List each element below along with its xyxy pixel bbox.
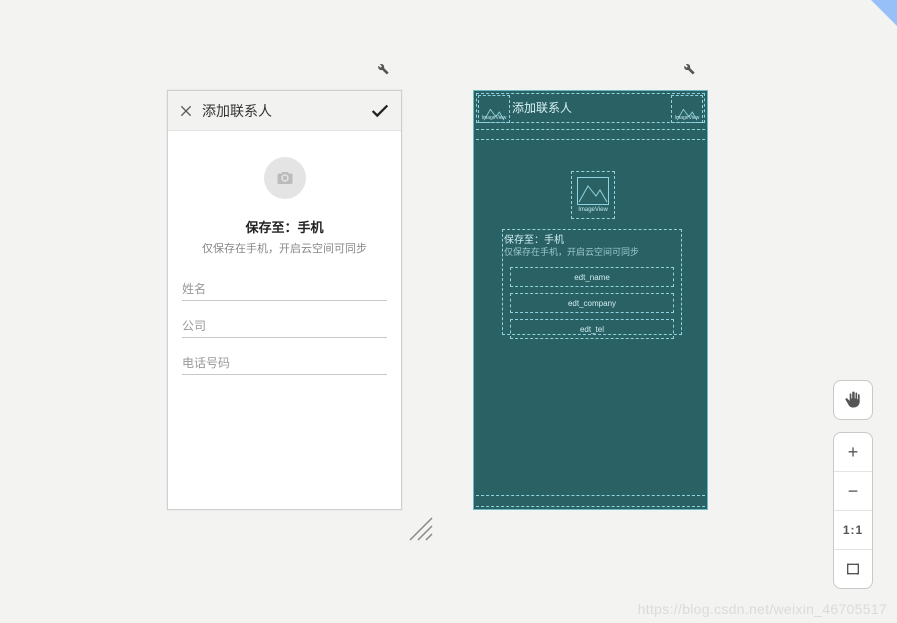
preview-header: 添加联系人 xyxy=(168,91,401,131)
avatar-placeholder[interactable] xyxy=(264,157,306,199)
bp-field-tel: edt_tel xyxy=(510,319,674,339)
bp-field-name: edt_name xyxy=(510,267,674,287)
close-icon[interactable] xyxy=(178,103,194,119)
imageview-label: ImageView xyxy=(675,116,700,121)
imageview-label: ImageView xyxy=(578,207,608,213)
bp-title: 添加联系人 xyxy=(512,99,572,116)
blueprint-preview: ImageView ImageView 添加联系人 ImageView 保存至：… xyxy=(473,90,708,510)
preview-body: 保存至：手机 仅保存在手机，开启云空间可同步 xyxy=(168,131,401,509)
bp-field-company: edt_company xyxy=(510,293,674,313)
watermark-text: https://blog.csdn.net/weixin_46705517 xyxy=(638,601,887,617)
company-field[interactable] xyxy=(182,313,387,338)
rendered-preview: 添加联系人 保存至：手机 仅保存在手机，开启云空间可同步 xyxy=(167,90,402,510)
bp-divider xyxy=(476,139,705,140)
minus-icon: − xyxy=(848,481,859,502)
design-canvas: 添加联系人 保存至：手机 仅保存在手机，开启云空间可同步 ImageView xyxy=(0,0,897,623)
imageview-label: ImageView xyxy=(482,116,507,121)
zoom-out-button[interactable]: − xyxy=(834,472,872,511)
confirm-check-icon[interactable] xyxy=(369,100,391,122)
pan-tool-button[interactable] xyxy=(833,380,873,420)
bp-save-sub: 仅保存在手机，开启云空间可同步 xyxy=(504,245,639,258)
field-group xyxy=(182,276,387,387)
bp-bottom-outline xyxy=(476,495,705,507)
wrench-icon[interactable] xyxy=(680,60,696,76)
one-to-one-label: 1:1 xyxy=(843,523,863,537)
zoom-toolbar: + − 1:1 xyxy=(833,432,873,589)
resize-handle-icon[interactable] xyxy=(404,512,434,542)
zoom-in-button[interactable]: + xyxy=(834,433,872,472)
bp-header-imageview-right: ImageView xyxy=(671,95,703,123)
fit-screen-button[interactable] xyxy=(834,550,872,588)
fullscreen-icon xyxy=(845,561,861,577)
preview-title: 添加联系人 xyxy=(202,101,272,121)
wrench-icon[interactable] xyxy=(374,60,390,76)
bp-save-label: 保存至：手机 xyxy=(504,231,564,246)
save-target-subtext: 仅保存在手机，开启云空间可同步 xyxy=(202,240,367,256)
bp-avatar-imageview: ImageView xyxy=(571,171,615,219)
hand-icon xyxy=(843,390,863,410)
camera-icon xyxy=(276,169,294,187)
plus-icon: + xyxy=(848,442,859,463)
bp-header-imageview-left: ImageView xyxy=(478,95,510,123)
name-field[interactable] xyxy=(182,276,387,301)
bp-image-inner xyxy=(577,177,609,205)
tel-field[interactable] xyxy=(182,350,387,375)
save-target-label: 保存至：手机 xyxy=(245,217,323,236)
zoom-reset-button[interactable]: 1:1 xyxy=(834,511,872,550)
bp-divider xyxy=(476,129,705,130)
